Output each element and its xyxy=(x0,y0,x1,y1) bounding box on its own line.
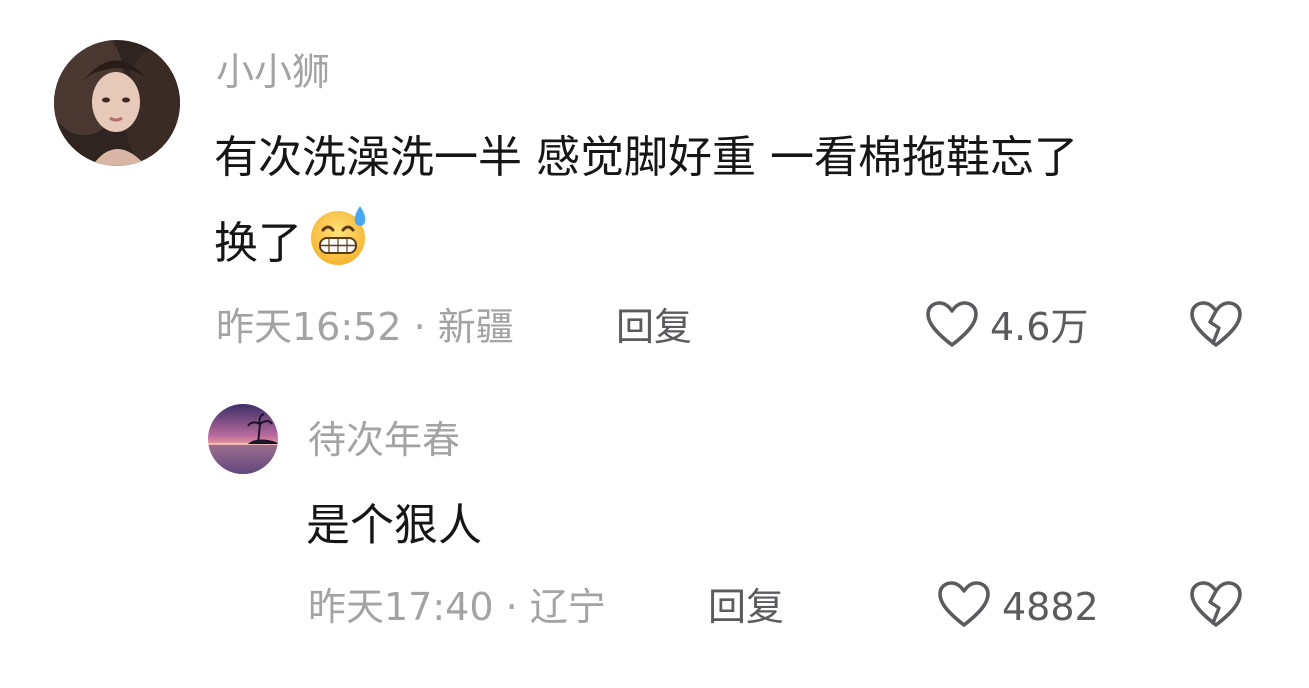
comment-meta: 昨天17:40 · 辽宁 xyxy=(308,585,606,629)
comment-text-line: 换了 xyxy=(214,202,372,282)
comment-text-line: 是个狠人 xyxy=(306,500,482,551)
username[interactable]: 待次年春 xyxy=(308,416,460,464)
like-count: 4882 xyxy=(1002,585,1099,629)
username[interactable]: 小小狮 xyxy=(216,48,330,96)
dislike-button[interactable] xyxy=(1188,580,1244,634)
avatar[interactable] xyxy=(208,404,278,474)
like-button[interactable]: 4.6万 xyxy=(924,300,1089,354)
dislike-button[interactable] xyxy=(1188,300,1244,354)
heart-outline-icon xyxy=(924,300,980,354)
comment-text-span: 换了 xyxy=(214,218,302,269)
comment-text-line: 有次洗澡洗一半 感觉脚好重 一看棉拖鞋忘了 xyxy=(214,132,1078,183)
grinning-face-with-sweat-icon xyxy=(306,202,372,268)
broken-heart-icon xyxy=(1188,300,1244,354)
heart-outline-icon xyxy=(936,580,992,634)
broken-heart-icon xyxy=(1188,580,1244,634)
reply-button[interactable]: 回复 xyxy=(708,582,784,632)
reply-button[interactable]: 回复 xyxy=(616,302,692,352)
like-button[interactable]: 4882 xyxy=(936,580,1099,634)
like-count: 4.6万 xyxy=(990,305,1089,349)
comment-meta: 昨天16:52 · 新疆 xyxy=(216,305,514,349)
avatar[interactable] xyxy=(54,40,180,166)
